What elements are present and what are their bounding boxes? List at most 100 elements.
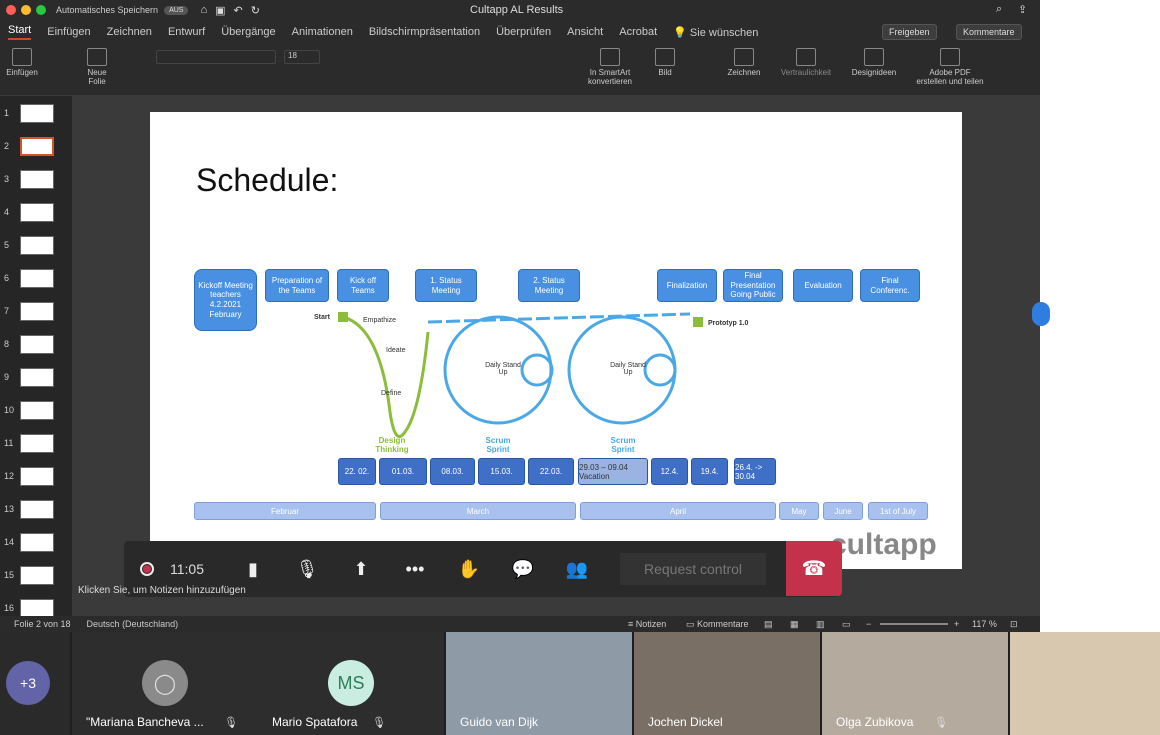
maximize-window-button[interactable] — [36, 5, 46, 15]
smartart-button[interactable]: In SmartArt konvertieren — [584, 48, 636, 86]
thumbnail-3[interactable]: 3 — [0, 166, 72, 194]
month-march[interactable]: March — [380, 502, 576, 520]
thumbnail-2[interactable]: 2 — [0, 133, 72, 161]
thumbnail-1[interactable]: 1 — [0, 100, 72, 128]
undo-icon[interactable]: ↶ — [234, 4, 243, 17]
hang-up-button[interactable]: ☎ — [786, 541, 842, 596]
tab-ansicht[interactable]: Ansicht — [567, 26, 603, 38]
tab-acrobat[interactable]: Acrobat — [619, 26, 657, 38]
tab-entwurf[interactable]: Entwurf — [168, 26, 205, 38]
minimize-window-button[interactable] — [21, 5, 31, 15]
tab-bildschirmpraesentation[interactable]: Bildschirmpräsentation — [369, 26, 480, 38]
ribbon-tabs: Start Einfügen Zeichnen Entwurf Übergäng… — [0, 20, 1040, 44]
participant-video-tile[interactable]: Guido van Dijk — [446, 632, 632, 735]
paste-button[interactable]: Einfügen — [4, 48, 40, 77]
more-options-button[interactable]: ••• — [388, 541, 442, 597]
draw-button[interactable]: Zeichnen — [726, 48, 762, 77]
participant-tile[interactable]: ◯ "Mariana Bancheva ... 🎙 — [72, 632, 258, 735]
font-size-select[interactable]: 18 — [284, 50, 320, 64]
thumbnail-13[interactable]: 13 — [0, 496, 72, 524]
date-9[interactable]: 26.4. -> 30.04 — [734, 458, 776, 485]
notes-placeholder[interactable]: Klicken Sie, um Notizen hinzuzufügen — [72, 585, 246, 596]
participants-button[interactable]: 👥 — [550, 541, 604, 597]
design-ideas-button[interactable]: Designideen — [848, 48, 900, 77]
tab-ueberpruefen[interactable]: Überprüfen — [496, 26, 551, 38]
confidentiality-button[interactable]: Vertraulichkeit — [778, 48, 834, 77]
tab-einfuegen[interactable]: Einfügen — [47, 26, 90, 38]
thumbnail-5[interactable]: 5 — [0, 232, 72, 260]
slide-thumbnail-pane: 1 2 3 4 5 6 7 8 9 10 11 12 13 14 15 16 — [0, 96, 72, 618]
thumbnail-12[interactable]: 12 — [0, 463, 72, 491]
date-4[interactable]: 15.03. — [478, 458, 525, 485]
tell-me-search[interactable]: 💡 Sie wünschen — [673, 26, 758, 39]
zoom-slider[interactable] — [880, 623, 948, 625]
language-indicator[interactable]: Deutsch (Deutschland) — [87, 619, 179, 629]
participant-video-tile[interactable] — [1010, 632, 1160, 735]
date-1[interactable]: 22. 02. — [338, 458, 376, 485]
notes-toggle[interactable]: ≡ Notizen — [628, 619, 666, 629]
mute-button[interactable]: 🎙 — [280, 541, 334, 597]
participant-tile[interactable]: MS Mario Spatafora 🎙 — [258, 632, 444, 735]
thumbnail-6[interactable]: 6 — [0, 265, 72, 293]
thumbnail-9[interactable]: 9 — [0, 364, 72, 392]
thumbnail-8[interactable]: 8 — [0, 331, 72, 359]
new-slide-button[interactable]: Neue Folie — [84, 48, 110, 86]
date-2[interactable]: 01.03. — [379, 458, 427, 485]
autosave-toggle[interactable]: AUS — [164, 5, 189, 15]
zoom-out-button[interactable]: − — [866, 619, 871, 629]
save-icon[interactable]: ▣ — [215, 4, 225, 17]
participant-video-tile[interactable]: Olga Zubikova 🎙 — [822, 632, 1008, 735]
reading-view-icon[interactable]: ▥ — [816, 619, 825, 630]
font-family-select[interactable] — [156, 50, 276, 64]
fit-slide-icon[interactable]: ⊡ — [1010, 619, 1018, 630]
thumbnail-14[interactable]: 14 — [0, 529, 72, 557]
participant-video-tile[interactable]: Jochen Dickel — [634, 632, 820, 735]
tab-uebergaenge[interactable]: Übergänge — [221, 26, 275, 38]
request-control-button[interactable]: Request control — [620, 553, 766, 585]
thumbnail-15[interactable]: 15 — [0, 562, 72, 590]
comments-button[interactable]: Kommentare — [956, 24, 1022, 40]
share-button[interactable]: Freigeben — [882, 24, 937, 40]
tab-zeichnen[interactable]: Zeichnen — [107, 26, 152, 38]
sorter-view-icon[interactable]: ▦ — [790, 619, 799, 630]
date-8[interactable]: 19.4. — [691, 458, 728, 485]
comments-toggle[interactable]: ▭ Kommentare — [686, 619, 749, 630]
thumbnail-10[interactable]: 10 — [0, 397, 72, 425]
start-label: Start — [314, 314, 330, 321]
date-7[interactable]: 12.4. — [651, 458, 688, 485]
raise-hand-button[interactable]: ✋ — [442, 541, 496, 597]
home-icon[interactable]: ⌂ — [200, 4, 207, 16]
thumbnail-image — [20, 467, 54, 486]
month-february[interactable]: Februar — [194, 502, 376, 520]
thumbnail-number: 5 — [4, 240, 10, 250]
more-participants-tile[interactable]: +3 — [0, 632, 70, 735]
presenter-view-icon[interactable]: ▭ — [842, 619, 851, 630]
side-tab-icon[interactable] — [1032, 302, 1050, 326]
slide-canvas[interactable]: Schedule: Kickoff Meeting teachers 4.2.2… — [150, 112, 962, 569]
normal-view-icon[interactable]: ▤ — [764, 619, 773, 630]
daily-standup-2: Daily Stand Up — [610, 362, 646, 376]
adobe-pdf-button[interactable]: Adobe PDF erstellen und teilen — [912, 48, 988, 86]
date-3[interactable]: 08.03. — [430, 458, 475, 485]
month-june[interactable]: June — [823, 502, 863, 520]
month-may[interactable]: May — [779, 502, 819, 520]
tab-animationen[interactable]: Animationen — [292, 26, 353, 38]
share-screen-button[interactable]: ⬆ — [334, 541, 388, 597]
thumbnail-11[interactable]: 11 — [0, 430, 72, 458]
month-april[interactable]: April — [580, 502, 776, 520]
thumbnail-number: 2 — [4, 141, 10, 151]
close-window-button[interactable] — [6, 5, 16, 15]
tab-start[interactable]: Start — [8, 24, 32, 40]
picture-button[interactable]: Bild — [650, 48, 680, 77]
redo-icon[interactable]: ↻ — [251, 4, 260, 17]
chat-button[interactable]: 💬 — [496, 541, 550, 597]
date-5[interactable]: 22.03. — [528, 458, 574, 485]
thumbnail-7[interactable]: 7 — [0, 298, 72, 326]
date-vacation[interactable]: 29.03 – 09.04 Vacation — [578, 458, 648, 485]
thumbnail-4[interactable]: 4 — [0, 199, 72, 227]
month-july[interactable]: 1st of July — [868, 502, 928, 520]
thumbnail-image — [20, 137, 54, 156]
share-icon[interactable]: ⇪ — [1018, 3, 1027, 16]
search-icon[interactable]: ⌕ — [996, 3, 1002, 16]
zoom-in-button[interactable]: + — [954, 619, 959, 629]
